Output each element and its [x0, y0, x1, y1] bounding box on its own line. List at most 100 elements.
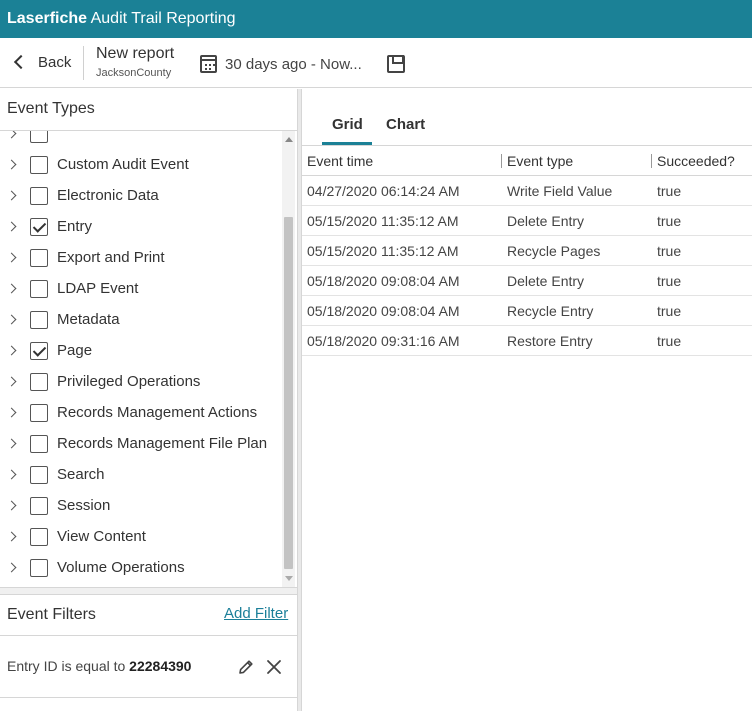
- event-type-label: Records Management File Plan: [57, 435, 268, 452]
- add-filter-link[interactable]: Add Filter: [224, 605, 288, 622]
- save-icon[interactable]: [387, 55, 405, 73]
- cell-succeeded: true: [657, 213, 682, 229]
- event-type-row[interactable]: LDAP Event: [0, 273, 280, 304]
- table-row[interactable]: 05/18/2020 09:31:16 AM Restore Entry true: [302, 326, 752, 356]
- cell-event-time: 05/18/2020 09:08:04 AM: [307, 273, 460, 289]
- event-type-checkbox[interactable]: [30, 558, 48, 577]
- cell-event-type: Recycle Entry: [507, 303, 594, 319]
- event-type-row[interactable]: Volume Operations: [0, 552, 280, 583]
- event-type-row[interactable]: Entry: [0, 211, 280, 242]
- chevron-right-icon[interactable]: [6, 190, 17, 201]
- event-type-row[interactable]: Records Management Actions: [0, 397, 280, 428]
- chevron-right-icon[interactable]: [6, 159, 17, 170]
- event-type-row[interactable]: View Content: [0, 521, 280, 552]
- event-type-row-partial[interactable]: [0, 131, 280, 149]
- active-tab-indicator: [322, 142, 372, 145]
- event-type-checkbox[interactable]: [30, 496, 48, 515]
- chevron-right-icon[interactable]: [6, 376, 17, 387]
- event-type-checkbox[interactable]: [30, 465, 48, 484]
- event-type-checkbox[interactable]: [30, 310, 48, 329]
- event-type-label: Page: [57, 342, 93, 359]
- chevron-right-icon[interactable]: [6, 407, 17, 418]
- cell-event-time: 05/15/2020 11:35:12 AM: [307, 213, 459, 229]
- filter-text: Entry ID is equal to 22284390: [7, 658, 191, 674]
- panel-splitter[interactable]: [0, 587, 297, 595]
- table-row[interactable]: 05/18/2020 09:08:04 AM Recycle Entry true: [302, 296, 752, 326]
- event-type-row[interactable]: Records Management File Plan: [0, 428, 280, 459]
- event-type-row[interactable]: Page: [0, 335, 280, 366]
- scroll-down-icon[interactable]: [285, 576, 293, 581]
- event-type-label: Privileged Operations: [57, 373, 201, 390]
- table-row[interactable]: 05/15/2020 11:35:12 AM Recycle Pages true: [302, 236, 752, 266]
- cell-event-type: Delete Entry: [507, 213, 585, 229]
- event-type-row[interactable]: Export and Print: [0, 242, 280, 273]
- filter-item: Entry ID is equal to 22284390: [0, 636, 297, 698]
- date-range-picker[interactable]: 30 days ago - Now...: [200, 53, 362, 75]
- report-title: New report: [96, 45, 175, 62]
- repository-name: JacksonCounty: [96, 67, 172, 79]
- event-types-scrollbar[interactable]: [282, 131, 295, 587]
- cell-event-time: 05/15/2020 11:35:12 AM: [307, 243, 459, 259]
- cell-succeeded: true: [657, 273, 682, 289]
- chevron-right-icon[interactable]: [6, 500, 17, 511]
- event-type-checkbox[interactable]: [30, 341, 48, 360]
- chevron-right-icon[interactable]: [6, 283, 17, 294]
- event-type-checkbox[interactable]: [30, 155, 48, 174]
- tab-chart[interactable]: Chart: [386, 116, 425, 133]
- chevron-right-icon[interactable]: [6, 531, 17, 542]
- column-header-event-type[interactable]: Event type: [507, 153, 573, 169]
- event-type-row[interactable]: Session: [0, 490, 280, 521]
- column-header-succeeded[interactable]: Succeeded?: [657, 153, 735, 169]
- event-type-checkbox[interactable]: [30, 186, 48, 205]
- event-type-label: Electronic Data: [57, 187, 159, 204]
- event-type-label: Custom Audit Event: [57, 156, 189, 173]
- column-header-event-time[interactable]: Event time: [307, 153, 373, 169]
- cell-event-type: Restore Entry: [507, 333, 593, 349]
- table-row[interactable]: 05/18/2020 09:08:04 AM Delete Entry true: [302, 266, 752, 296]
- app-title: Laserfiche Audit Trail Reporting: [7, 9, 236, 29]
- event-type-checkbox[interactable]: [30, 434, 48, 453]
- event-type-row[interactable]: Search: [0, 459, 280, 490]
- pencil-icon[interactable]: [237, 658, 255, 676]
- chevron-right-icon[interactable]: [6, 345, 17, 356]
- filter-value: 22284390: [129, 658, 192, 674]
- cell-event-time: 05/18/2020 09:08:04 AM: [307, 303, 460, 319]
- tab-grid[interactable]: Grid: [332, 116, 363, 133]
- left-panel: Event Types Custom Audit Event Electronic…: [0, 89, 297, 711]
- event-type-checkbox[interactable]: [30, 372, 48, 391]
- cell-event-type: Delete Entry: [507, 273, 585, 289]
- table-row[interactable]: 05/15/2020 11:35:12 AM Delete Entry true: [302, 206, 752, 236]
- table-row[interactable]: 04/27/2020 06:14:24 AM Write Field Value t…: [302, 176, 752, 206]
- event-type-row[interactable]: Custom Audit Event: [0, 149, 280, 180]
- chevron-right-icon[interactable]: [6, 221, 17, 232]
- close-icon[interactable]: [265, 658, 283, 676]
- column-resizer[interactable]: [501, 154, 502, 168]
- column-resizer[interactable]: [651, 154, 652, 168]
- event-type-checkbox[interactable]: [30, 527, 48, 546]
- event-type-checkbox[interactable]: [30, 248, 48, 267]
- event-type-row[interactable]: Privileged Operations: [0, 366, 280, 397]
- event-type-label: Volume Operations: [57, 559, 185, 576]
- event-type-label: Records Management Actions: [57, 404, 258, 421]
- event-type-checkbox[interactable]: [30, 279, 48, 298]
- chevron-right-icon[interactable]: [6, 252, 17, 263]
- scroll-up-icon[interactable]: [285, 137, 293, 142]
- back-button[interactable]: Back: [10, 50, 71, 74]
- cell-succeeded: true: [657, 243, 682, 259]
- grid-header: Event time Event type Succeeded?: [302, 146, 752, 176]
- event-type-checkbox[interactable]: [30, 131, 48, 143]
- toolbar: Back New report JacksonCounty 30 days ag…: [0, 38, 752, 88]
- chevron-right-icon[interactable]: [6, 314, 17, 325]
- chevron-right-icon[interactable]: [6, 469, 17, 480]
- event-type-checkbox[interactable]: [30, 403, 48, 422]
- event-type-row[interactable]: Electronic Data: [0, 180, 280, 211]
- chevron-right-icon[interactable]: [6, 131, 17, 139]
- cell-event-type: Write Field Value: [507, 183, 613, 199]
- event-type-checkbox[interactable]: [30, 217, 48, 236]
- cell-event-type: Recycle Pages: [507, 243, 601, 259]
- chevron-right-icon[interactable]: [6, 562, 17, 573]
- scroll-thumb[interactable]: [284, 217, 293, 569]
- chevron-right-icon[interactable]: [6, 438, 17, 449]
- event-type-label: Metadata: [57, 311, 120, 328]
- event-type-row[interactable]: Metadata: [0, 304, 280, 335]
